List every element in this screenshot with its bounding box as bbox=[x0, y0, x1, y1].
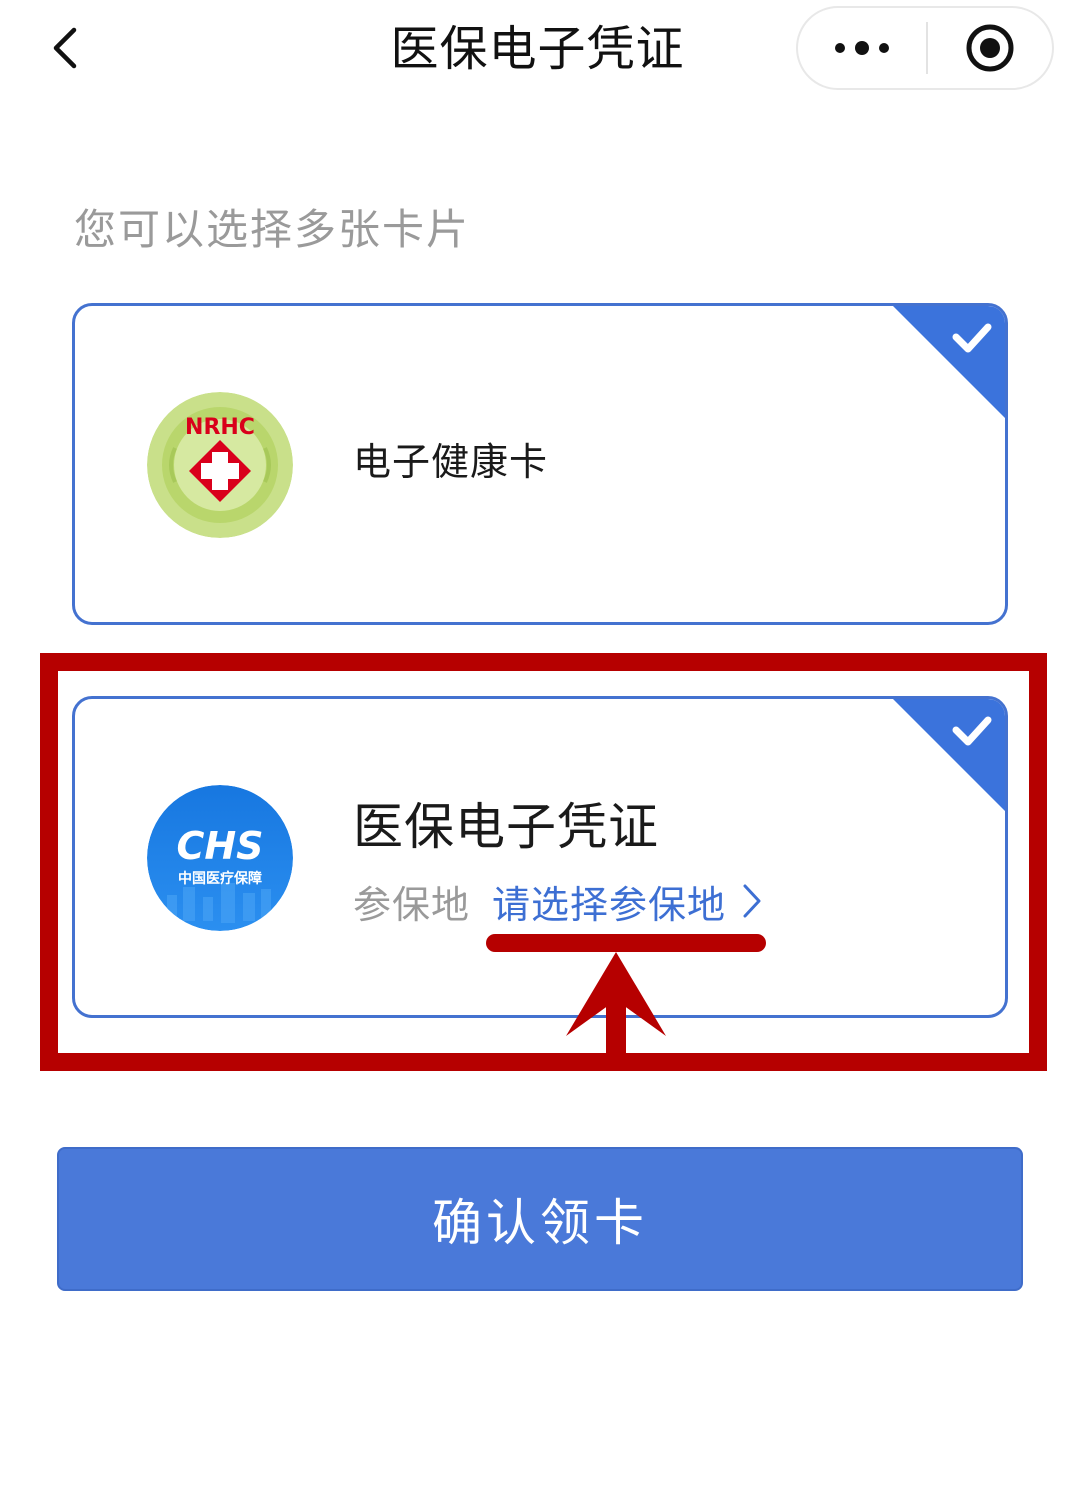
nrhc-logo: NRHC bbox=[147, 392, 293, 538]
close-mini-program-button[interactable] bbox=[928, 8, 1052, 88]
target-circle-icon bbox=[966, 24, 1014, 72]
card-medical-insurance[interactable]: CHS 中国医疗保障 医保电子凭证 参保地 请选择参保地 bbox=[72, 696, 1008, 1018]
multi-select-hint: 您可以选择多张卡片 bbox=[74, 205, 471, 254]
page: 医保电子凭证 您可以选择多张卡片 NRHC 电子健康卡 CHS 中国医疗保障 医… bbox=[0, 0, 1075, 1511]
confirm-button-label: 确认领卡 bbox=[432, 1194, 648, 1252]
chs-logo-text: CHS bbox=[176, 824, 263, 868]
insured-region-row: 参保地 请选择参保地 bbox=[353, 875, 762, 927]
chs-logo: CHS 中国医疗保障 bbox=[147, 785, 293, 931]
card-title: 医保电子凭证 bbox=[353, 798, 659, 856]
confirm-claim-card-button[interactable]: 确认领卡 bbox=[57, 1147, 1023, 1291]
selected-check-corner bbox=[893, 306, 1005, 418]
chevron-right-icon bbox=[742, 883, 762, 919]
region-value: 请选择参保地 bbox=[492, 882, 727, 927]
select-region-link[interactable]: 请选择参保地 bbox=[492, 874, 762, 929]
more-dots-icon bbox=[835, 41, 889, 55]
region-label: 参保地 bbox=[353, 882, 471, 927]
chs-logo-subtext: 中国医疗保障 bbox=[178, 870, 262, 887]
nrhc-logo-text: NRHC bbox=[185, 415, 255, 440]
card-title: 电子健康卡 bbox=[353, 440, 549, 484]
mini-program-capsule bbox=[796, 6, 1054, 90]
more-button[interactable] bbox=[798, 8, 926, 88]
card-electronic-health[interactable]: NRHC 电子健康卡 bbox=[72, 303, 1008, 625]
selected-check-corner bbox=[893, 699, 1005, 811]
